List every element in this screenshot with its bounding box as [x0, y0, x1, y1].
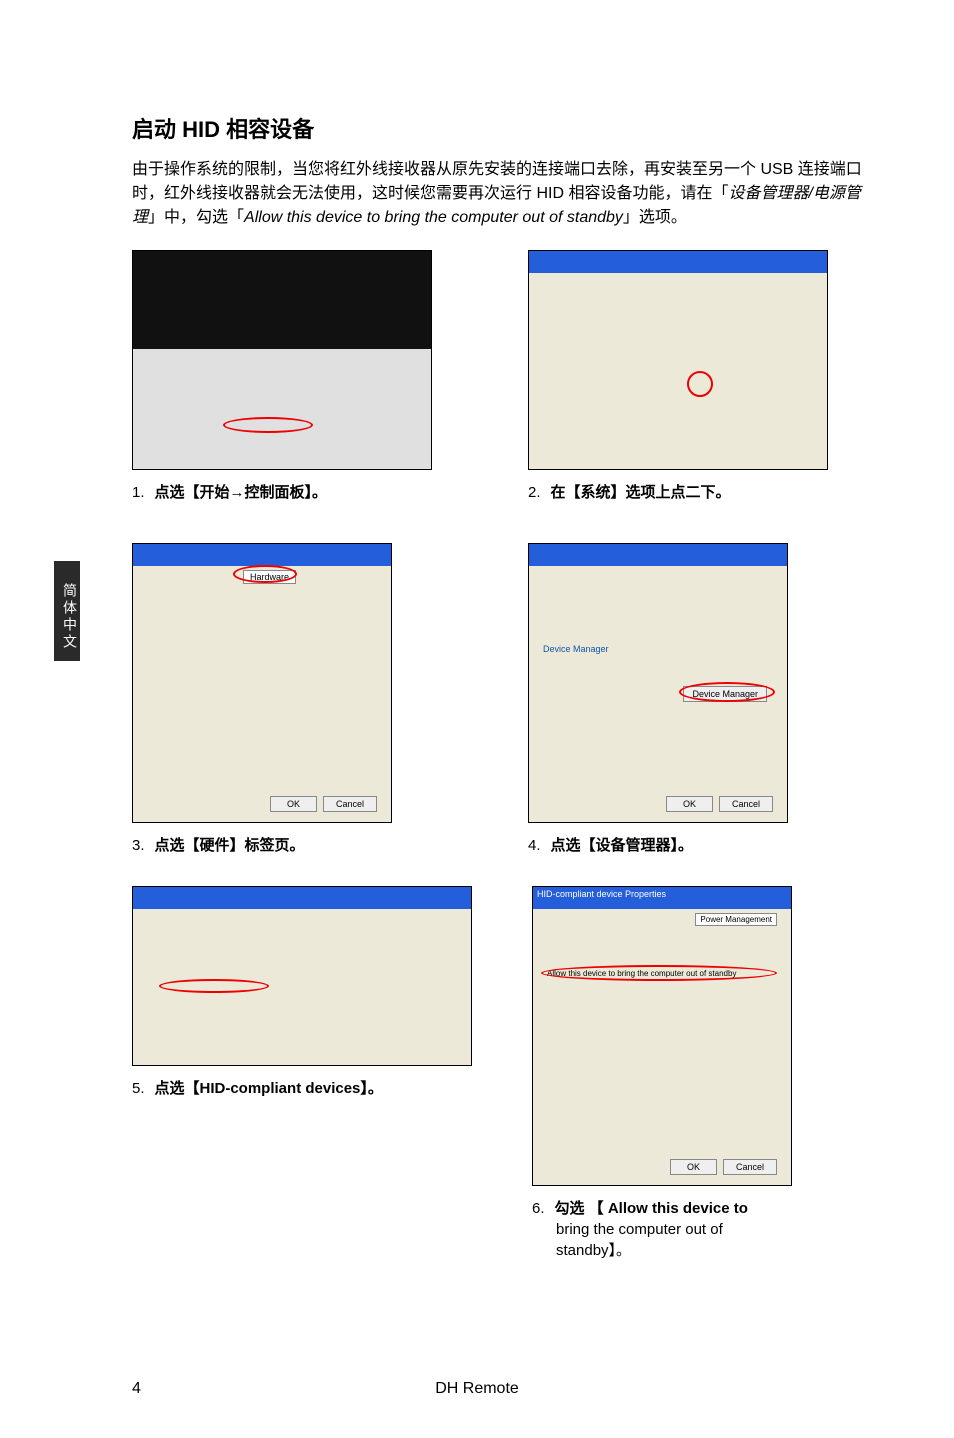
power-management-tab-label: Power Management	[695, 913, 777, 926]
screenshot-control-panel-system	[528, 250, 828, 470]
step-6-caption: 6. 勾选 【 Allow this device to bring the co…	[532, 1198, 864, 1261]
step-5-num: 5.	[132, 1080, 145, 1097]
device-manager-heading: Device Manager	[543, 644, 609, 654]
step-6-line1: 勾选 【 Allow this device to	[555, 1200, 748, 1217]
step-1-text: 点选【开始→控制面板】。	[155, 484, 328, 501]
step-2-text: 在【系统】选项上点二下。	[551, 484, 731, 501]
step-5-text: 点选【HID-compliant devices】。	[155, 1080, 383, 1097]
cancel-button-sc3: Cancel	[323, 796, 377, 812]
screenshot-device-manager-tree	[132, 886, 472, 1066]
page-number: 4	[132, 1380, 141, 1398]
step-2-caption: 2. 在【系统】选项上点二下。	[528, 482, 864, 503]
screenshot-system-properties-hardware-tab: Hardware Cancel OK	[132, 543, 392, 823]
cancel-button-sc6: Cancel	[723, 1159, 777, 1175]
intro-italic-2: Allow this device to bring the computer …	[244, 209, 623, 226]
step-5-caption: 5. 点选【HID-compliant devices】。	[132, 1078, 472, 1099]
step-4-num: 4.	[528, 837, 541, 854]
step-3-num: 3.	[132, 837, 145, 854]
side-language-tab: 简体中文	[54, 561, 80, 661]
section-heading: 启动 HID 相容设备	[132, 112, 864, 144]
intro-paragraph: 由于操作系统的限制，当您将红外线接收器从原先安装的连接端口去除，再安装至另一个 …	[132, 158, 864, 230]
screenshot-system-properties-device-manager: Device Manager Device Manager Cancel OK	[528, 543, 788, 823]
step-4-text: 点选【设备管理器】。	[551, 837, 694, 854]
step-3-text: 点选【硬件】标签页。	[155, 837, 305, 854]
ok-button-sc3: OK	[270, 796, 317, 812]
step-6-line3: standby】。	[556, 1240, 631, 1261]
step-6-line2: bring the computer out of	[556, 1219, 723, 1240]
step-1-caption: 1. 点选【开始→控制面板】。	[132, 482, 468, 503]
hid-window-title: HID-compliant device Properties	[533, 887, 791, 909]
step-2-num: 2.	[528, 484, 541, 501]
screenshot-start-menu	[132, 250, 432, 470]
ok-button-sc6: OK	[670, 1159, 717, 1175]
step-6-num: 6.	[532, 1200, 545, 1217]
screenshot-hid-properties-power-management: HID-compliant device Properties Power Ma…	[532, 886, 792, 1186]
intro-text-suf: 」选项。	[623, 209, 687, 226]
cancel-button-sc4: Cancel	[719, 796, 773, 812]
ok-button-sc4: OK	[666, 796, 713, 812]
doc-title-footer: DH Remote	[435, 1380, 519, 1398]
step-3-caption: 3. 点选【硬件】标签页。	[132, 835, 468, 856]
step-4-caption: 4. 点选【设备管理器】。	[528, 835, 864, 856]
intro-text-mid: 」中，勾选「	[148, 209, 244, 226]
step-1-num: 1.	[132, 484, 145, 501]
